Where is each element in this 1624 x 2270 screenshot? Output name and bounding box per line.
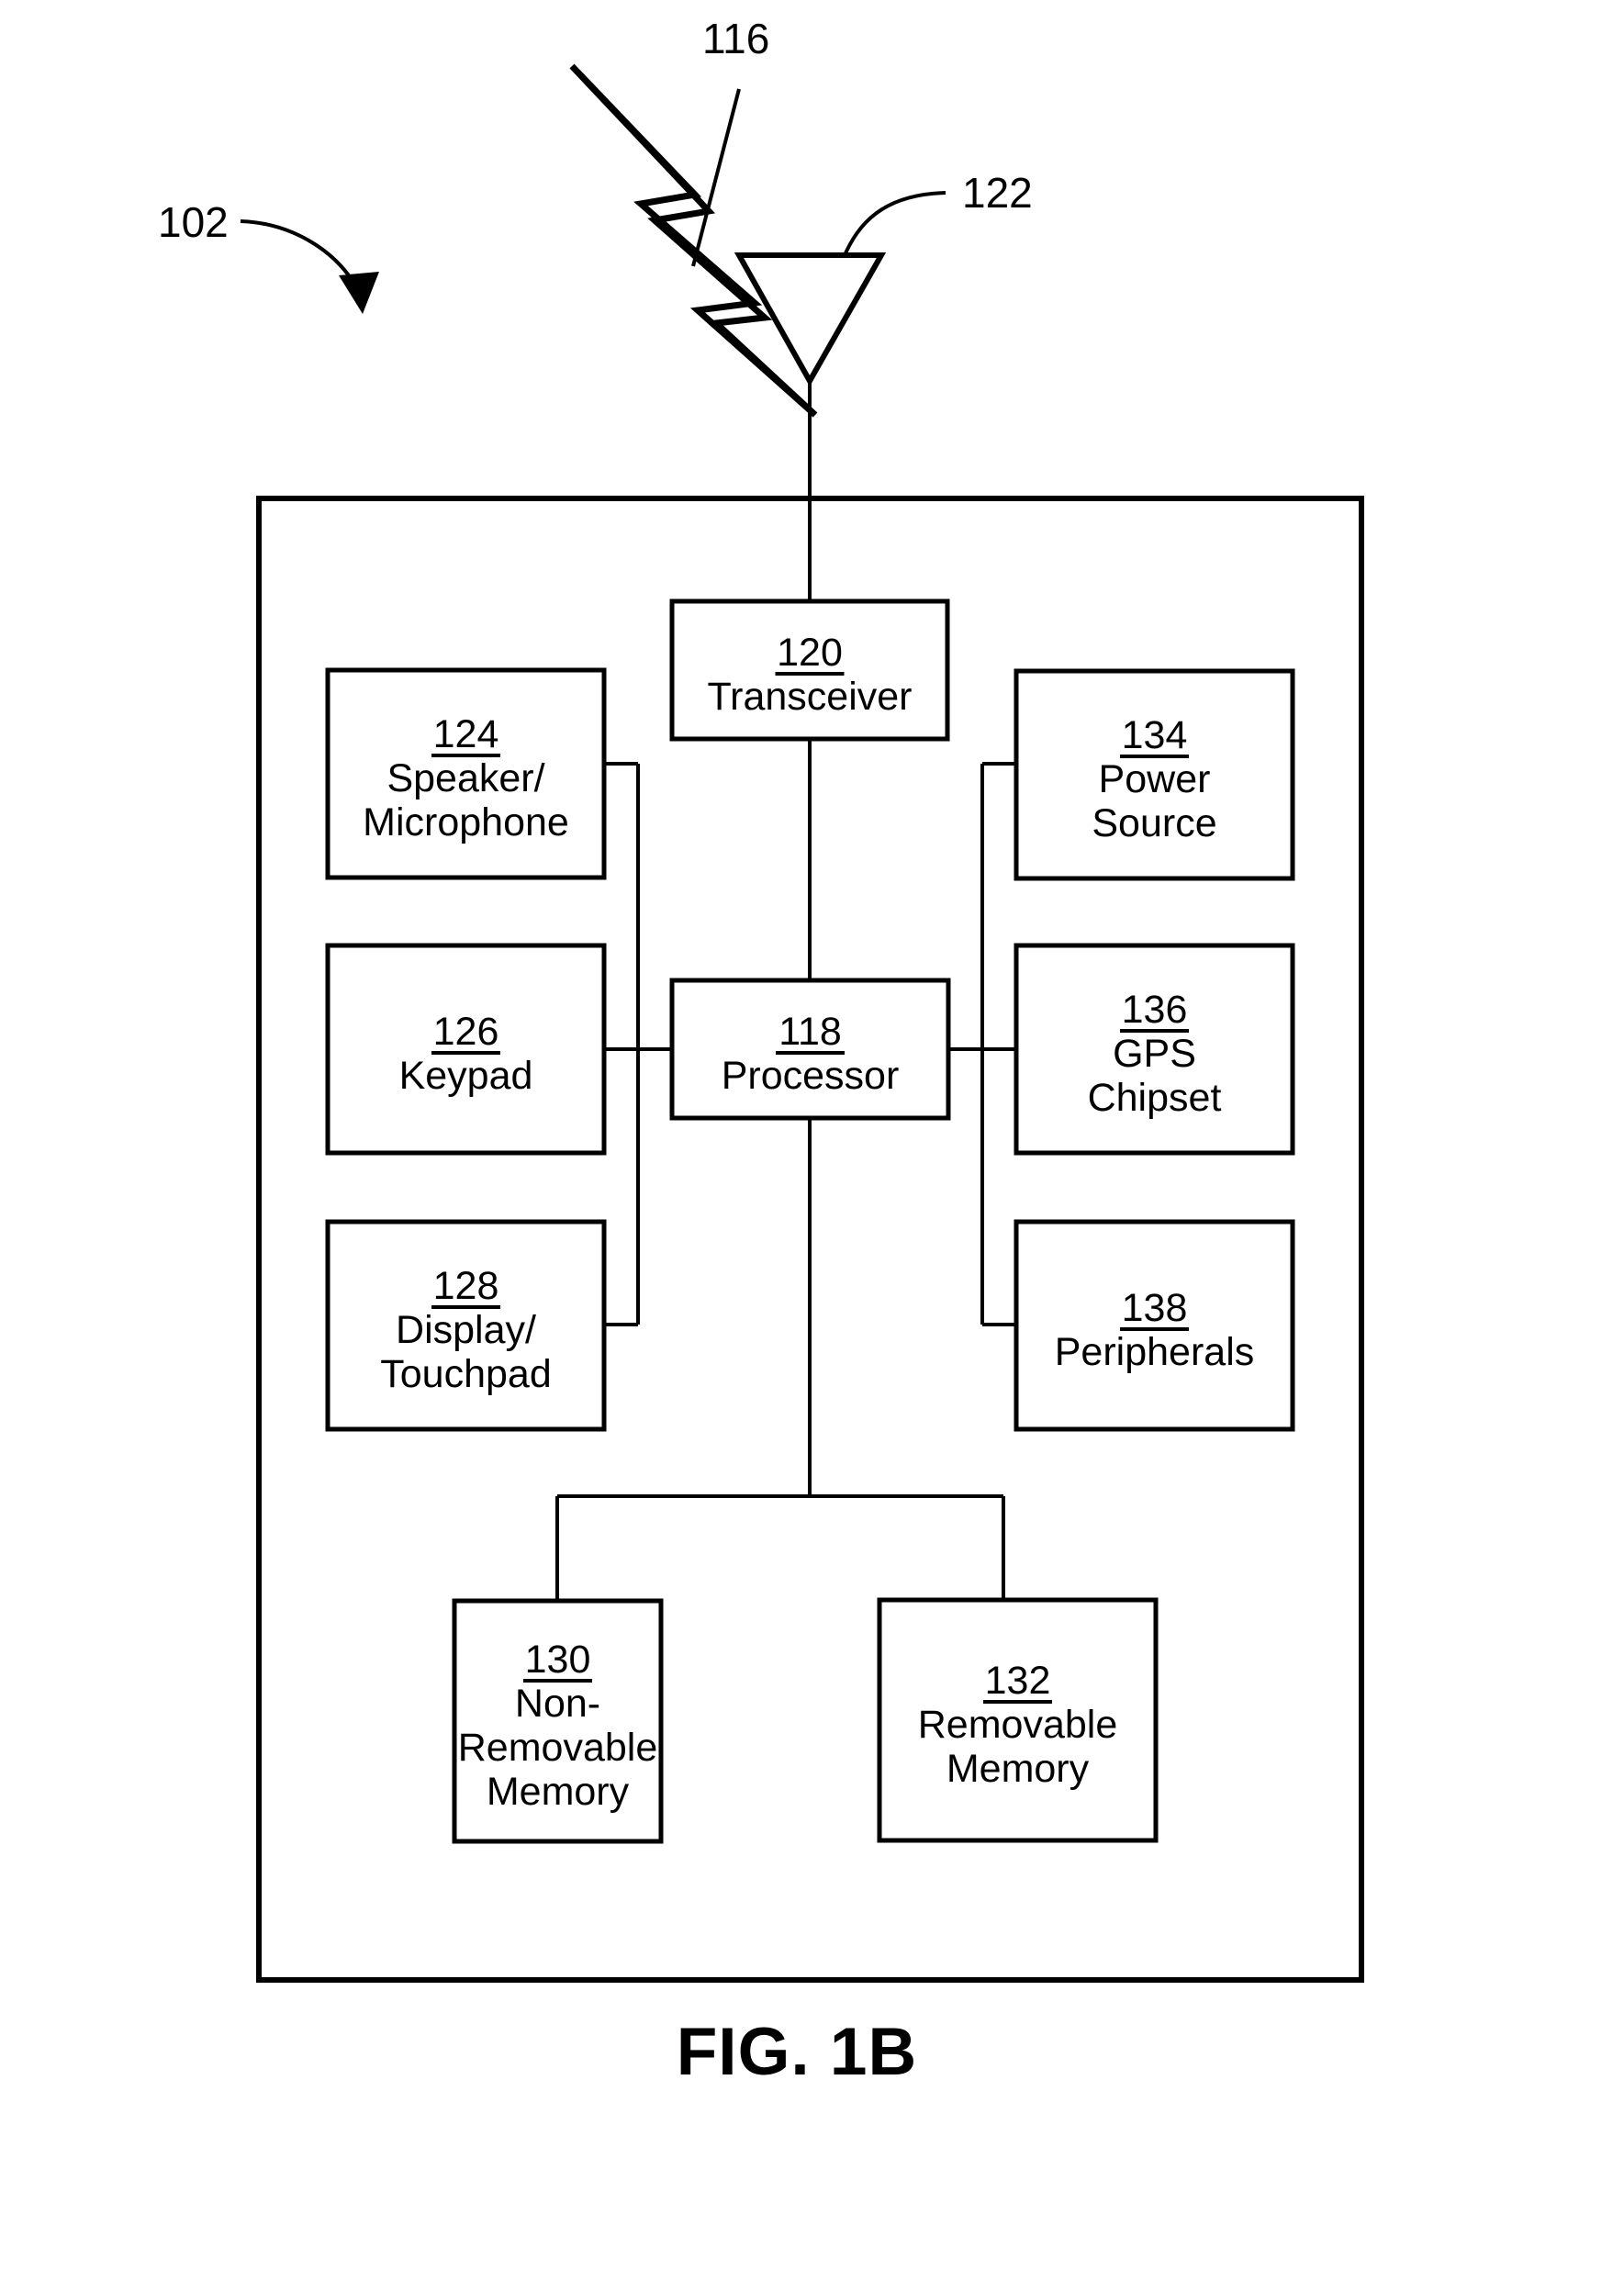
block-label-line: GPS xyxy=(1113,1032,1196,1076)
block-label-line: Power xyxy=(1099,757,1211,801)
block-peripherals[interactable]: 138Peripherals xyxy=(1014,1219,1295,1432)
block-label-line: Memory xyxy=(946,1747,1090,1791)
block-label-line: Non- xyxy=(515,1682,600,1726)
block-reference-numeral: 126 xyxy=(433,1010,499,1054)
block-power_source[interactable]: 134PowerSource xyxy=(1014,668,1295,881)
block-label-line: Chipset xyxy=(1088,1076,1222,1120)
block-processor[interactable]: 118Processor xyxy=(669,978,951,1121)
block-reference-numeral: 128 xyxy=(433,1264,499,1308)
signal-leader-line xyxy=(691,88,741,267)
block-transceiver[interactable]: 120Transceiver xyxy=(669,598,950,742)
block-gps_chipset[interactable]: 136GPSChipset xyxy=(1014,943,1295,1156)
block-reference-numeral: 130 xyxy=(525,1638,591,1682)
block-reference-numeral: 124 xyxy=(433,712,499,756)
block-label-line: Source xyxy=(1092,801,1216,845)
block-speaker_microphone[interactable]: 124Speaker/Microphone xyxy=(325,667,607,880)
block-reference-numeral: 132 xyxy=(985,1659,1051,1703)
block-label-line: Removable xyxy=(918,1703,1118,1747)
figure-caption: FIG. 1B xyxy=(677,2015,918,2089)
block-label-line: Microphone xyxy=(363,800,569,844)
block-label-line: Keypad xyxy=(399,1054,533,1098)
block-reference-numeral: 120 xyxy=(777,631,843,675)
block-reference-numeral: 118 xyxy=(778,1010,842,1054)
device-callout-arrow xyxy=(240,219,379,314)
block-reference-numeral: 136 xyxy=(1122,988,1188,1032)
block-display_touchpad[interactable]: 128Display/Touchpad xyxy=(325,1219,607,1432)
block-reference-numeral: 138 xyxy=(1122,1286,1188,1330)
block-non_removable_memory[interactable]: 130Non-RemovableMemory xyxy=(452,1598,664,1844)
wireless-signal-bolt-icon xyxy=(569,63,818,418)
block-label-line: Touchpad xyxy=(380,1352,552,1396)
antenna-icon xyxy=(734,252,887,601)
block-label-line: Removable xyxy=(458,1726,658,1770)
block-keypad[interactable]: 126Keypad xyxy=(325,943,607,1156)
antenna-leader-line xyxy=(843,191,946,256)
block-reference-numeral: 134 xyxy=(1122,713,1188,757)
patent-figure: 116 122 102 120 Transceiver 124 Speaker/… xyxy=(0,0,1624,2270)
block-diagram-svg: 116 122 102 120Transceiver124Speaker/Mic… xyxy=(158,15,1364,2089)
block-label-line: Processor xyxy=(722,1054,900,1098)
block-label-line: Display/ xyxy=(396,1308,536,1352)
interconnect-wires xyxy=(555,739,1016,1601)
block-label-line: Transceiver xyxy=(707,675,912,719)
callout-122: 122 xyxy=(962,169,1033,217)
callout-116: 116 xyxy=(702,15,769,62)
block-label-line: Speaker/ xyxy=(386,756,544,800)
callout-102: 102 xyxy=(158,198,229,246)
block-label-line: Peripherals xyxy=(1055,1330,1255,1374)
block-label-line: Memory xyxy=(487,1770,630,1814)
block-removable_memory[interactable]: 132RemovableMemory xyxy=(877,1597,1159,1843)
